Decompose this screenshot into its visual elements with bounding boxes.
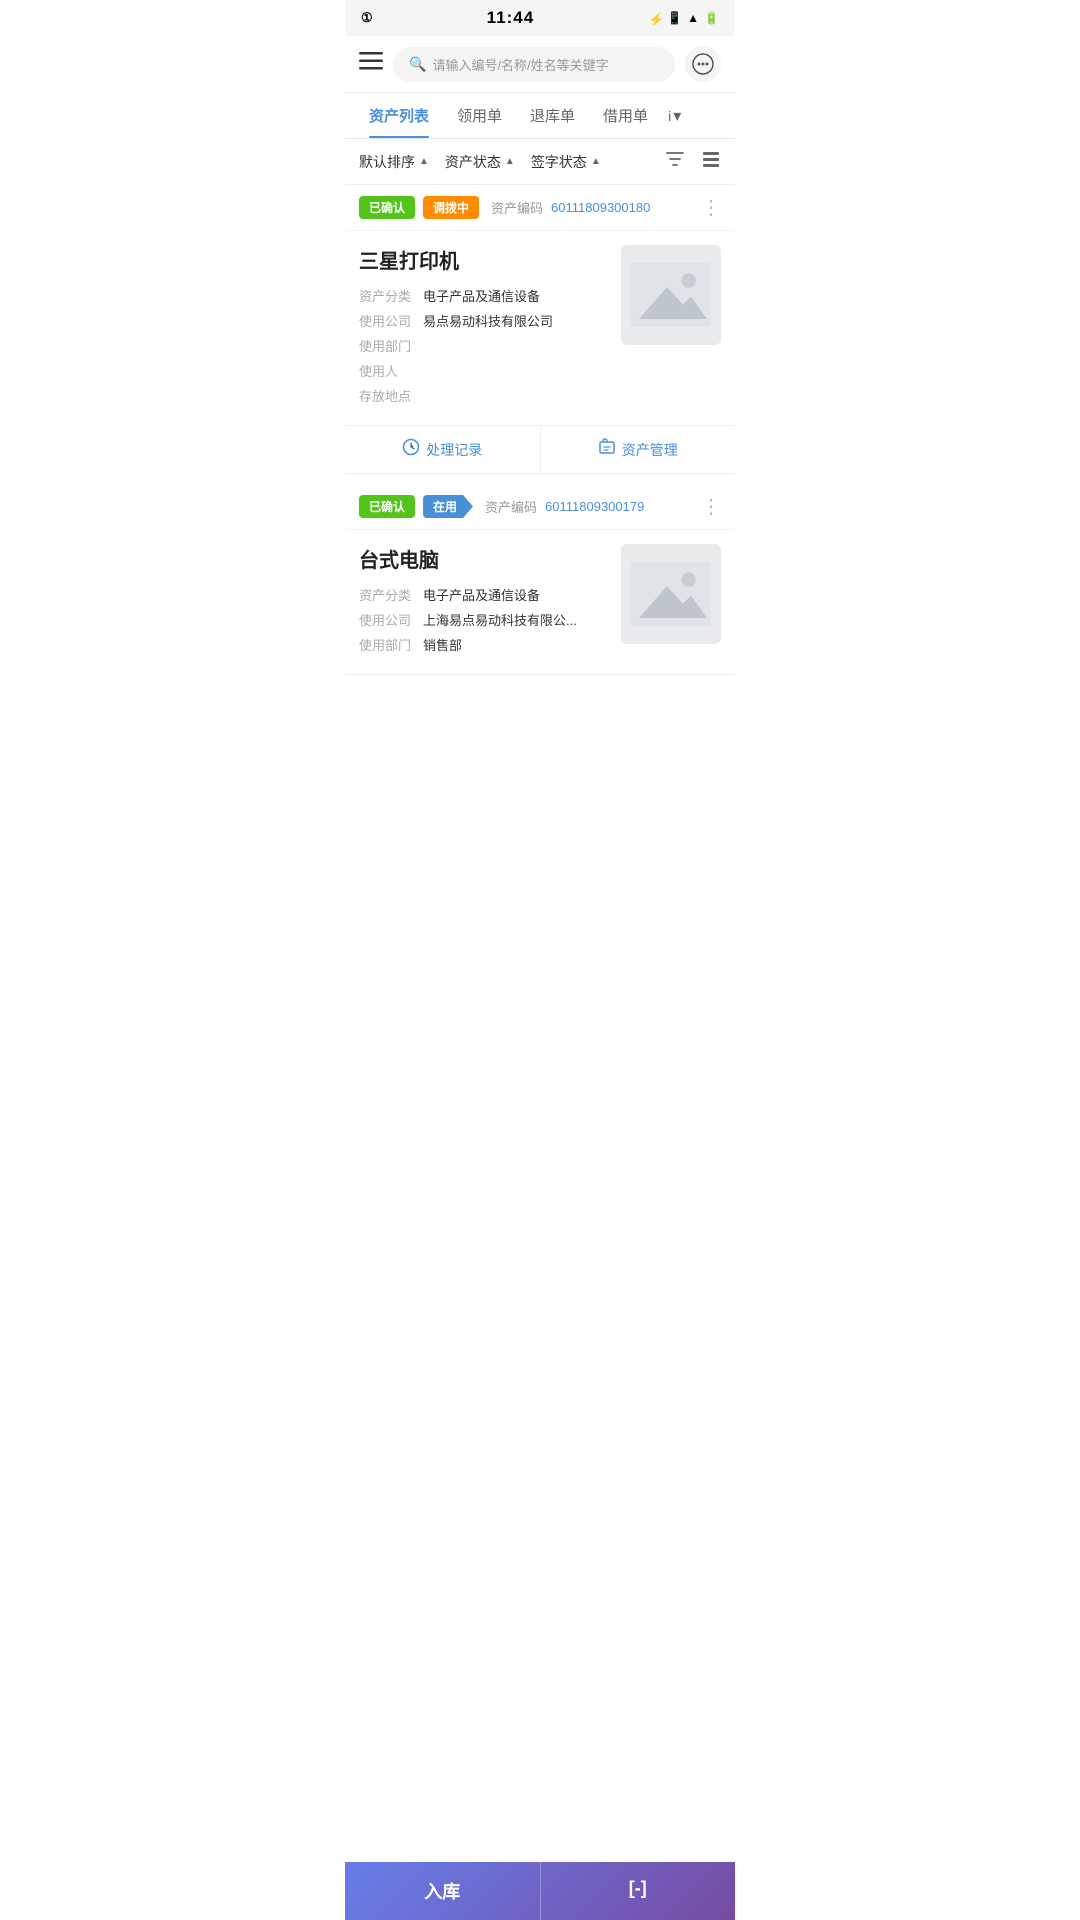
filter-icon[interactable] <box>665 149 685 174</box>
category-label-2: 资产分类 <box>359 585 423 604</box>
info-row-location-1: 存放地点 <box>359 386 607 405</box>
scan-button[interactable]: [-] <box>541 1862 736 1920</box>
bottom-bar: 入库 [-] <box>345 1862 735 1920</box>
card-2-more-button[interactable]: ⋮ <box>701 494 721 519</box>
info-row-category-2: 资产分类 电子产品及通信设备 <box>359 585 607 604</box>
asset-manage-label: 资产管理 <box>622 440 678 460</box>
svg-text:⚡: ⚡ <box>648 12 662 25</box>
process-record-label: 处理记录 <box>426 440 482 460</box>
asset-image-1 <box>621 245 721 345</box>
menu-button[interactable] <box>359 52 383 76</box>
company-label-2: 使用公司 <box>359 610 423 629</box>
asset-name-2: 台式电脑 <box>359 544 607 573</box>
card-2-body: 台式电脑 资产分类 电子产品及通信设备 使用公司 上海易点易动科技有限公... … <box>345 530 735 674</box>
asset-manage-icon <box>598 438 616 461</box>
sort-filter[interactable]: 默认排序 ▲ <box>359 152 429 172</box>
company-value-2: 上海易点易动科技有限公... <box>423 610 577 629</box>
info-row-user-1: 使用人 <box>359 361 607 380</box>
search-bar[interactable]: 🔍 请输入编号/名称/姓名等关键字 <box>393 47 675 82</box>
category-value-1: 电子产品及通信设备 <box>423 286 540 305</box>
info-row-dept-2: 使用部门 销售部 <box>359 635 607 654</box>
info-row-company-2: 使用公司 上海易点易动科技有限公... <box>359 610 607 629</box>
dept-label-1: 使用部门 <box>359 336 423 355</box>
asset-status-arrow-icon: ▲ <box>505 156 515 167</box>
tab-asset-list[interactable]: 资产列表 <box>355 93 443 138</box>
asset-status-filter[interactable]: 资产状态 ▲ <box>445 152 515 172</box>
asset-manage-button-1[interactable]: 资产管理 <box>541 426 736 473</box>
filter-bar: 默认排序 ▲ 资产状态 ▲ 签字状态 ▲ <box>345 139 735 185</box>
code-value-2: 60111809300179 <box>545 499 644 514</box>
info-row-company-1: 使用公司 易点易动科技有限公司 <box>359 311 607 330</box>
status-badge-1: 调拨中 <box>423 196 479 219</box>
tab-requisition[interactable]: 领用单 <box>443 93 516 138</box>
category-value-2: 电子产品及通信设备 <box>423 585 540 604</box>
location-label-1: 存放地点 <box>359 386 423 405</box>
status-badge-2: 在用 <box>423 495 473 518</box>
process-record-button-1[interactable]: 处理记录 <box>345 426 541 473</box>
asset-card-1: 已确认 调拨中 资产编码 60111809300180 ⋮ 三星打印机 资产分类… <box>345 185 735 474</box>
card-1-header: 已确认 调拨中 资产编码 60111809300180 ⋮ <box>345 185 735 231</box>
search-icon: 🔍 <box>409 56 426 73</box>
chat-button[interactable] <box>685 46 721 82</box>
card-1-info: 三星打印机 资产分类 电子产品及通信设备 使用公司 易点易动科技有限公司 使用部… <box>359 245 607 411</box>
chat-icon <box>692 53 714 75</box>
status-bar: ① 11:44 ⚡ 📱 ▲ 🔋 <box>345 0 735 36</box>
code-label-2: 资产编码 <box>485 497 537 516</box>
confirmed-badge-1: 已确认 <box>359 196 415 219</box>
status-time: 11:44 <box>487 8 535 28</box>
chevron-down-icon: ▾ <box>673 106 681 126</box>
dept-label-2: 使用部门 <box>359 635 423 654</box>
filter-action-icons <box>665 149 721 174</box>
sort-arrow-icon: ▲ <box>419 156 429 167</box>
info-row-dept-1: 使用部门 <box>359 336 607 355</box>
inbound-button[interactable]: 入库 <box>345 1862 541 1920</box>
search-placeholder: 请输入编号/名称/姓名等关键字 <box>432 55 608 74</box>
header: 🔍 请输入编号/名称/姓名等关键字 <box>345 36 735 93</box>
info-row-category-1: 资产分类 电子产品及通信设备 <box>359 286 607 305</box>
company-value-1: 易点易动科技有限公司 <box>423 311 553 330</box>
sign-status-arrow-icon: ▲ <box>591 156 601 167</box>
card-2-header: 已确认 在用 资产编码 60111809300179 ⋮ <box>345 484 735 530</box>
code-value-1: 60111809300180 <box>551 200 650 215</box>
card-1-more-button[interactable]: ⋮ <box>701 195 721 220</box>
tab-return[interactable]: 退库单 <box>516 93 589 138</box>
list-view-icon[interactable] <box>701 149 721 174</box>
dept-value-2: 销售部 <box>423 635 462 654</box>
asset-image-2 <box>621 544 721 644</box>
process-record-icon <box>402 438 420 461</box>
asset-card-2: 已确认 在用 资产编码 60111809300179 ⋮ 台式电脑 资产分类 电… <box>345 484 735 675</box>
asset-name-1: 三星打印机 <box>359 245 607 274</box>
card-2-info: 台式电脑 资产分类 电子产品及通信设备 使用公司 上海易点易动科技有限公... … <box>359 544 607 660</box>
user-label-1: 使用人 <box>359 361 423 380</box>
company-label-1: 使用公司 <box>359 311 423 330</box>
sign-status-filter[interactable]: 签字状态 ▲ <box>531 152 601 172</box>
card-1-body: 三星打印机 资产分类 电子产品及通信设备 使用公司 易点易动科技有限公司 使用部… <box>345 231 735 425</box>
status-indicator: ① <box>361 10 373 26</box>
status-icons: ⚡ 📱 ▲ 🔋 <box>648 11 719 25</box>
tab-borrow[interactable]: 借用单 <box>589 93 662 138</box>
tab-more[interactable]: i ▾ <box>662 94 687 138</box>
category-label-1: 资产分类 <box>359 286 423 305</box>
bluetooth-icon: ⚡ <box>648 11 662 25</box>
card-1-actions: 处理记录 资产管理 <box>345 425 735 473</box>
confirmed-badge-2: 已确认 <box>359 495 415 518</box>
tabs: 资产列表 领用单 退库单 借用单 i ▾ <box>345 93 735 139</box>
code-label-1: 资产编码 <box>491 198 543 217</box>
